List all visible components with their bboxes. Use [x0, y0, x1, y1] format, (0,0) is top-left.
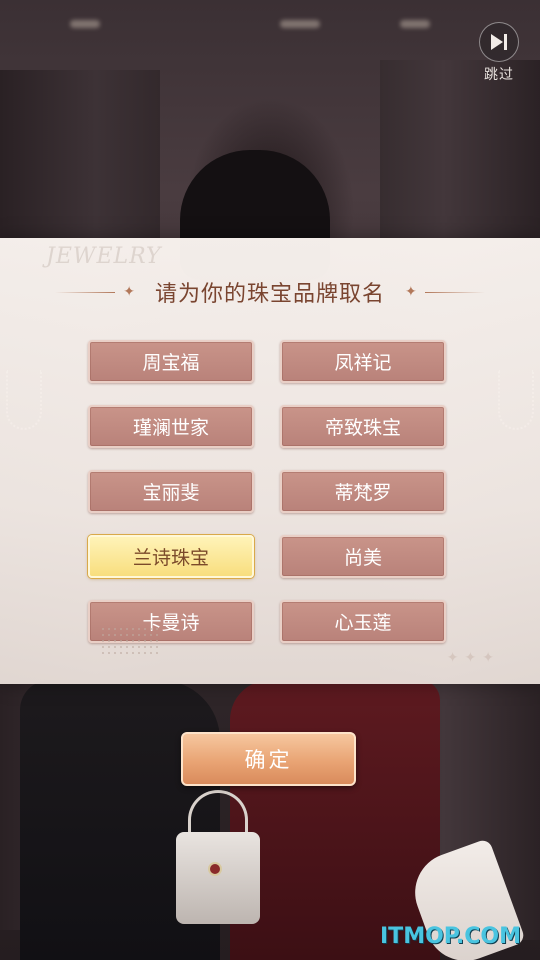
name-option-selected[interactable]: 兰诗珠宝 — [88, 535, 254, 578]
site-watermark: ITMOP.COM — [380, 924, 521, 949]
name-option[interactable]: 蒂梵罗 — [280, 470, 446, 513]
female-character-dress — [230, 680, 440, 960]
name-option[interactable]: 周宝福 — [88, 340, 254, 383]
skip-button[interactable]: 跳过 — [474, 22, 524, 84]
title-divider-left — [55, 291, 116, 293]
decorative-sparkles: ✦✦✦ — [446, 650, 500, 666]
name-option[interactable]: 心玉莲 — [280, 600, 446, 643]
name-option[interactable]: 帝致珠宝 — [280, 405, 446, 448]
name-options-grid: 周宝福 凤祥记 瑾澜世家 帝致珠宝 宝丽斐 蒂梵罗 兰诗珠宝 尚美 卡曼诗 心玉… — [88, 340, 446, 643]
skip-forward-icon — [479, 22, 519, 62]
name-option[interactable]: 尚美 — [280, 535, 446, 578]
ceiling-light — [400, 20, 430, 28]
sparkle-icon: ✦ — [123, 284, 135, 300]
panel-title-row: ✦ 请为你的珠宝品牌取名 ✦ — [0, 272, 540, 312]
brand-name-panel: JEWELRY ✦ 请为你的珠宝品牌取名 ✦ 周宝福 凤祥记 瑾澜世家 帝致珠宝… — [0, 238, 540, 684]
handbag-clasp — [208, 862, 222, 876]
skip-label: 跳过 — [484, 67, 514, 83]
ceiling-light — [70, 20, 100, 28]
panel-title: 请为你的珠宝品牌取名 — [154, 282, 385, 307]
ceiling-light — [280, 20, 320, 28]
handbag — [176, 832, 260, 924]
panel-watermark: JEWELRY — [46, 244, 162, 269]
title-divider-right — [424, 291, 485, 293]
name-option[interactable]: 凤祥记 — [280, 340, 446, 383]
confirm-button[interactable]: 确定 — [181, 732, 356, 786]
decorative-dots — [100, 626, 160, 656]
name-option[interactable]: 瑾澜世家 — [88, 405, 254, 448]
sparkle-icon: ✦ — [405, 284, 417, 300]
name-option[interactable]: 宝丽斐 — [88, 470, 254, 513]
